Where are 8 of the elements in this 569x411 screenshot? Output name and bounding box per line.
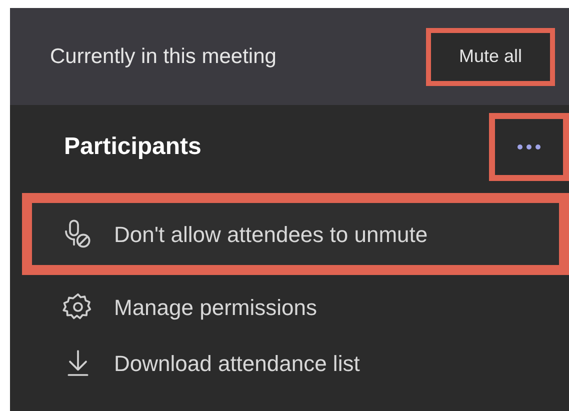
menu-item[interactable]: Don't allow attendees to unmute xyxy=(22,193,569,275)
ellipsis-icon xyxy=(517,144,541,150)
mute-all-button[interactable]: Mute all xyxy=(426,28,555,86)
participants-title: Participants xyxy=(64,132,202,162)
more-options-button[interactable] xyxy=(489,113,569,181)
menu-item[interactable]: Manage permissions xyxy=(22,279,569,335)
header-title: Currently in this meeting xyxy=(50,44,276,70)
menu-item[interactable]: Download attendance list xyxy=(22,335,569,391)
